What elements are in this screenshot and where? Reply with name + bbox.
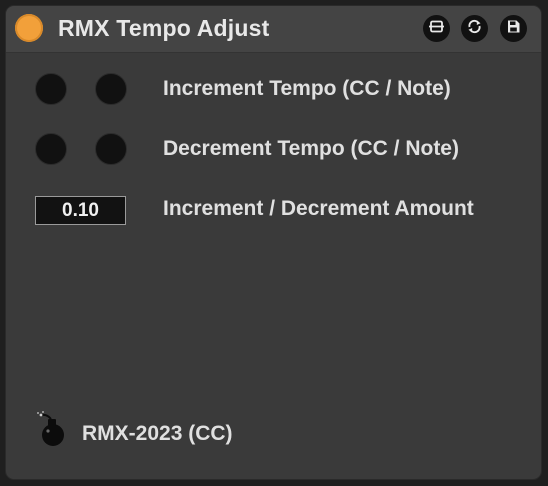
increment-label: Increment Tempo (CC / Note) bbox=[163, 77, 451, 100]
save-button[interactable] bbox=[500, 15, 527, 42]
device-panel: RMX Tempo Adjust Increment Tempo (CC / N… bbox=[5, 5, 542, 480]
resize-icon bbox=[428, 18, 445, 40]
bomb-icon bbox=[34, 410, 74, 450]
decrement-label: Decrement Tempo (CC / Note) bbox=[163, 137, 459, 160]
device-name-label: RMX-2023 (CC) bbox=[82, 422, 233, 445]
amount-number-box[interactable]: 0.10 bbox=[35, 196, 126, 225]
increment-note-knob[interactable] bbox=[95, 73, 127, 105]
decrement-note-knob[interactable] bbox=[95, 133, 127, 165]
decrement-cc-knob[interactable] bbox=[35, 133, 67, 165]
save-icon bbox=[505, 18, 522, 40]
device-power-toggle[interactable] bbox=[15, 14, 43, 42]
refresh-button[interactable] bbox=[461, 15, 488, 42]
increment-cc-knob[interactable] bbox=[35, 73, 67, 105]
amount-label: Increment / Decrement Amount bbox=[163, 197, 474, 220]
resize-button[interactable] bbox=[423, 15, 450, 42]
refresh-icon bbox=[466, 18, 483, 40]
device-title: RMX Tempo Adjust bbox=[58, 15, 270, 41]
device-title-bar: RMX Tempo Adjust bbox=[6, 6, 541, 53]
